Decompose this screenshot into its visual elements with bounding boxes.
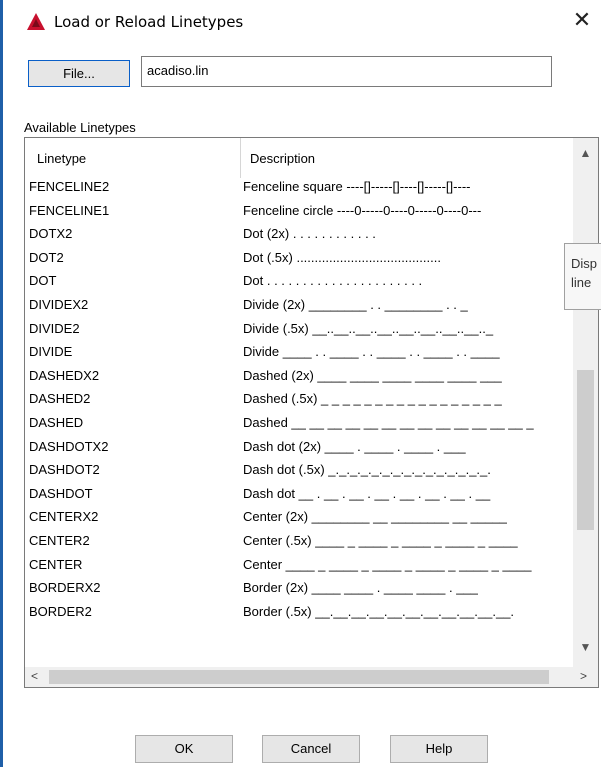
- list-item[interactable]: DASHEDX2 Dashed (2x) ____ ____ ____ ____ …: [25, 365, 573, 389]
- autocad-logo-icon: [27, 13, 45, 30]
- linetype-name: FENCELINE2: [29, 179, 110, 194]
- list-item[interactable]: DOT2 Dot (.5x) ..........................…: [25, 247, 573, 271]
- linetype-description: Dash dot __ . __ . __ . __ . __ . __ . _…: [243, 485, 491, 501]
- linetype-name: DOTX2: [29, 226, 73, 242]
- linetype-name: CENTERX2: [29, 509, 99, 525]
- list-item[interactable]: FENCELINE1 Fenceline circle ----0-----0--…: [25, 200, 573, 224]
- tooltip-line-2: line: [571, 275, 592, 290]
- linetype-description: Dot . . . . . . . . . . . . . . . . . . …: [243, 273, 423, 289]
- list-item[interactable]: DASHDOT2 Dash dot (.5x) _._._._._._._._._…: [25, 459, 573, 483]
- scroll-left-icon[interactable]: <: [31, 669, 38, 683]
- list-item[interactable]: DASHDOTX2 Dash dot (2x) ____ . ____ . ___…: [25, 436, 573, 460]
- linetype-name: CENTER: [29, 556, 83, 572]
- linetype-name: BORDERX2: [29, 580, 101, 596]
- linetype-description: Border (.5x) __.__.__.__.__.__.__.__.__.…: [243, 603, 515, 619]
- linetype-description: Divide (2x) ________ . . ________ . . _: [243, 296, 468, 312]
- linetype-description: Fenceline square ----[]-----[]----[]----…: [243, 179, 471, 194]
- linetype-description: Center (2x) ________ __ ________ __ ____…: [243, 509, 507, 525]
- window-title: Load or Reload Linetypes: [54, 13, 244, 31]
- ok-button[interactable]: OK: [135, 735, 233, 763]
- list-item[interactable]: DOT Dot . . . . . . . . . . . . . . . . .…: [25, 270, 573, 294]
- window-left-edge: [0, 0, 3, 767]
- description-column-header[interactable]: Description: [250, 151, 315, 166]
- linetype-description: Border (2x) ____ ____ . ____ ____ . ___: [243, 580, 478, 596]
- list-item[interactable]: DASHED2 Dashed (.5x) _ _ _ _ _ _ _ _ _ _ …: [25, 388, 573, 412]
- linetype-name: DASHEDX2: [29, 367, 100, 383]
- list-item[interactable]: CENTERX2 Center (2x) ________ __ ________…: [25, 506, 573, 530]
- list-item[interactable]: DOTX2 Dot (2x) . . . . . . . . . . . .: [25, 223, 573, 247]
- column-separator[interactable]: [240, 138, 241, 178]
- linetype-description: Fenceline circle ----0-----0----0-----0-…: [243, 202, 482, 218]
- linetype-name: DASHDOT: [29, 485, 93, 501]
- list-rows: FENCELINE2 Fenceline square ----[]-----[]…: [25, 176, 573, 624]
- linetype-description: Center (.5x) ____ _ ____ _ ____ _ ____ _…: [243, 532, 518, 548]
- vertical-scroll-thumb[interactable]: [577, 370, 594, 530]
- available-linetypes-label: Available Linetypes: [24, 120, 136, 135]
- tooltip-line-1: Disp: [571, 256, 598, 271]
- list-item[interactable]: DASHED Dashed __ __ __ __ __ __ __ __ __ …: [25, 412, 573, 436]
- list-item[interactable]: DIVIDE2 Divide (.5x) __..__..__..__..__..…: [25, 318, 573, 342]
- linetype-list[interactable]: Linetype Description FENCELINE2 Fenceline…: [24, 137, 599, 688]
- list-item[interactable]: FENCELINE2 Fenceline square ----[]-----[]…: [25, 176, 573, 200]
- linetype-name: DOT: [29, 273, 57, 289]
- linetype-name: DASHED: [29, 414, 84, 430]
- linetype-description: Dot (2x) . . . . . . . . . . . .: [243, 226, 376, 242]
- list-item[interactable]: DIVIDE Divide ____ . . ____ . . ____ . . …: [25, 341, 573, 365]
- linetype-name: DASHDOTX2: [29, 438, 109, 454]
- linetype-name: DIVIDEX2: [29, 296, 89, 312]
- linetype-description: Divide ____ . . ____ . . ____ . . ____ .…: [243, 344, 500, 360]
- scroll-right-icon[interactable]: >: [580, 669, 587, 683]
- help-button[interactable]: Help: [390, 735, 488, 763]
- linetype-name: DIVIDE2: [29, 320, 80, 336]
- list-header: Linetype Description: [25, 138, 573, 178]
- file-name-field[interactable]: acadiso.lin: [141, 56, 552, 87]
- linetype-description: Dashed (.5x) _ _ _ _ _ _ _ _ _ _ _ _ _ _…: [243, 391, 502, 407]
- list-item[interactable]: DIVIDEX2 Divide (2x) ________ . . _______…: [25, 294, 573, 318]
- scroll-up-icon[interactable]: ▲: [573, 146, 598, 166]
- linetype-name: DASHED2: [29, 391, 91, 407]
- list-item[interactable]: DASHDOT Dash dot __ . __ . __ . __ . __ .…: [25, 483, 573, 507]
- horizontal-scrollbar[interactable]: < >: [25, 667, 598, 687]
- linetype-name: CENTER2: [29, 532, 90, 548]
- list-item[interactable]: BORDER2 Border (.5x) __.__.__.__.__.__.__…: [25, 601, 573, 625]
- linetype-name: FENCELINE1: [29, 202, 110, 218]
- description-tooltip: Disp line: [564, 243, 601, 310]
- close-icon[interactable]: ✕: [567, 6, 597, 36]
- list-item[interactable]: CENTER Center ____ _ ____ _ ____ _ ____ _…: [25, 554, 573, 578]
- linetype-column-header[interactable]: Linetype: [37, 151, 86, 166]
- list-item[interactable]: BORDERX2 Border (2x) ____ ____ . ____ ___…: [25, 577, 573, 601]
- linetype-description: Dash dot (2x) ____ . ____ . ____ . ___: [243, 438, 466, 454]
- linetype-description: Dash dot (.5x) _._._._._._._._._._._._._…: [243, 462, 491, 478]
- linetype-description: Divide (.5x) __..__..__..__..__..__..__.…: [243, 320, 494, 336]
- scroll-down-icon[interactable]: ▼: [573, 640, 598, 660]
- linetype-name: DASHDOT2: [29, 462, 100, 478]
- file-button[interactable]: File...: [28, 60, 130, 87]
- linetype-description: Dashed (2x) ____ ____ ____ ____ ____ ___: [243, 367, 502, 383]
- linetype-description: Dot (.5x) ..............................…: [243, 249, 441, 265]
- vertical-scrollbar[interactable]: ▲ ▼: [573, 138, 598, 667]
- list-item[interactable]: CENTER2 Center (.5x) ____ _ ____ _ ____ _…: [25, 530, 573, 554]
- linetype-name: BORDER2: [29, 603, 92, 619]
- linetype-description: Center ____ _ ____ _ ____ _ ____ _ ____ …: [243, 556, 532, 572]
- linetype-name: DOT2: [29, 249, 64, 265]
- cancel-button[interactable]: Cancel: [262, 735, 360, 763]
- linetype-description: Dashed __ __ __ __ __ __ __ __ __ __ __ …: [243, 414, 534, 430]
- horizontal-scroll-thumb[interactable]: [49, 670, 549, 684]
- linetype-name: DIVIDE: [29, 344, 73, 360]
- title-bar: Load or Reload Linetypes ✕: [3, 0, 601, 44]
